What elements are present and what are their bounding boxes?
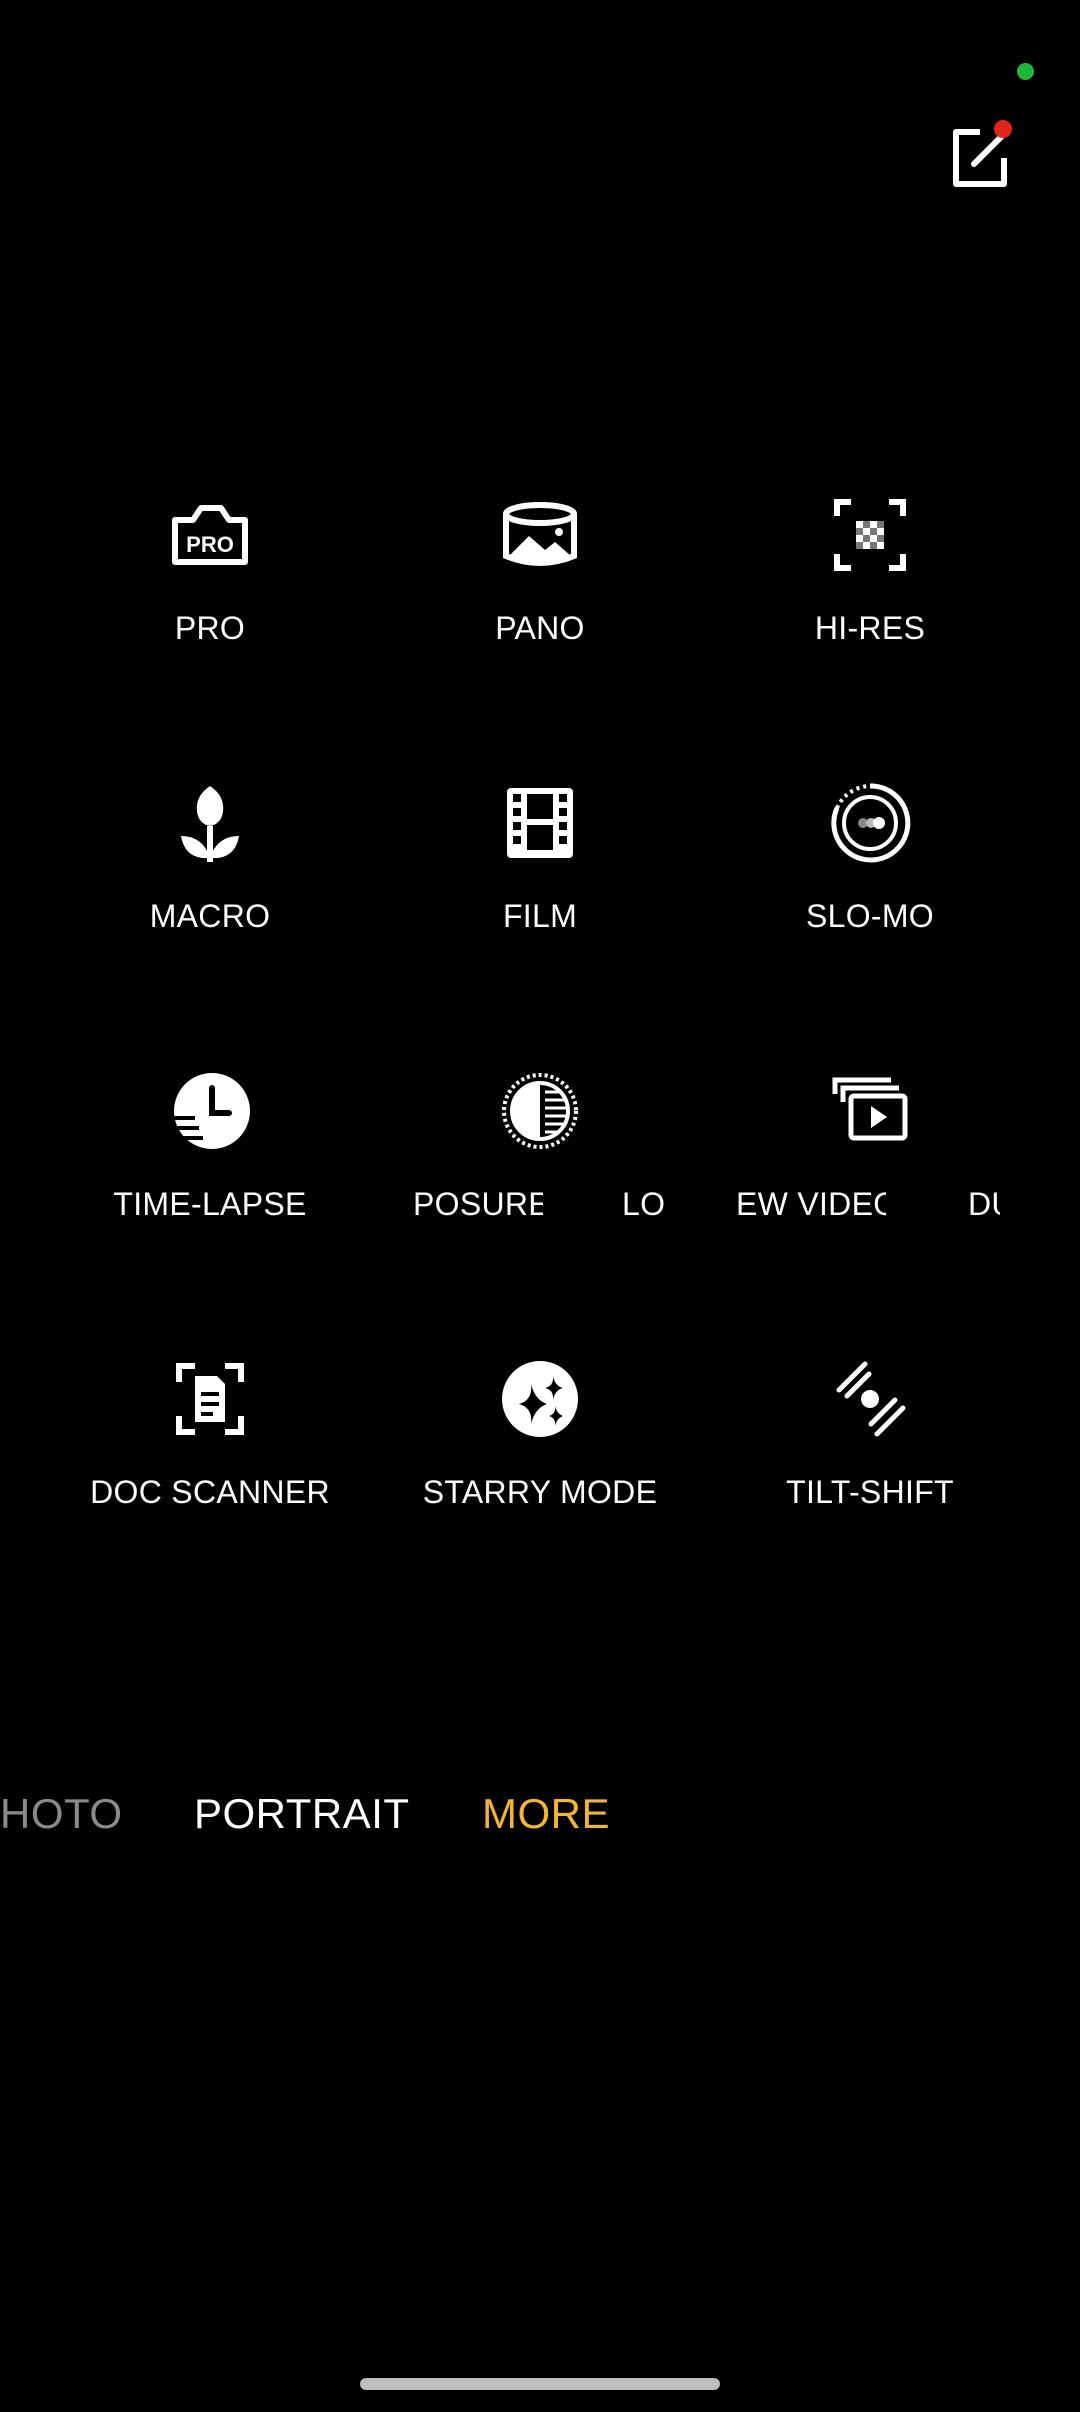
hi-res-icon <box>834 499 906 571</box>
mode-label-clipped: DU <box>968 1186 1000 1222</box>
mode-doc-scanner[interactable]: DOC SCANNER <box>45 1354 375 1554</box>
document-scan-icon <box>176 1363 244 1435</box>
carousel-item-portrait[interactable]: PORTRAIT <box>194 1790 410 1838</box>
camera-more-modes-screen: PRO PRO PANO HI-RES MACRO FILM SLO-MO TI… <box>0 0 1080 2412</box>
mode-tilt-shift[interactable]: TILT-SHIFT <box>705 1354 1035 1554</box>
mode-macro[interactable]: MACRO <box>45 778 375 978</box>
svg-text:PRO: PRO <box>186 532 234 557</box>
mode-hi-res[interactable]: HI-RES <box>705 490 1035 690</box>
mode-film[interactable]: FILM <box>375 778 705 978</box>
home-indicator[interactable] <box>360 2378 720 2390</box>
mode-pro[interactable]: PRO PRO <box>45 490 375 690</box>
film-icon <box>507 788 573 858</box>
mode-carousel[interactable]: HOTO PORTRAIT MORE <box>0 1790 1080 1860</box>
clock-icon <box>171 1073 250 1149</box>
mode-label: MACRO <box>149 898 271 934</box>
mode-label: STARRY MODE <box>422 1474 658 1510</box>
privacy-indicator-dot <box>1017 63 1034 80</box>
sparkle-icon <box>502 1361 578 1437</box>
mode-label: TIME-LAPSE <box>113 1186 307 1222</box>
mode-time-lapse[interactable]: TIME-LAPSE <box>45 1066 375 1266</box>
carousel-item-photo[interactable]: HOTO <box>0 1790 123 1838</box>
mode-label-clipped: EW VIDEO <box>736 1186 886 1222</box>
mode-pano[interactable]: PANO <box>375 490 705 690</box>
mode-label-clipped: POSURE <box>413 1186 543 1222</box>
mode-label: PANO <box>495 610 585 646</box>
carousel-item-more[interactable]: MORE <box>482 1790 610 1838</box>
tulip-icon <box>181 786 239 862</box>
mode-label: FILM <box>502 898 578 934</box>
mode-long-exposure[interactable] <box>375 1066 705 1266</box>
tilt-shift-icon <box>836 1361 906 1437</box>
mode-label: DOC SCANNER <box>90 1474 330 1510</box>
mode-label: PRO <box>174 610 246 646</box>
mode-label-clipped: LO <box>622 1186 666 1222</box>
video-playlist-icon <box>832 1077 908 1141</box>
mode-label: SLO-MO <box>805 898 935 934</box>
slow-motion-icon <box>831 783 911 863</box>
pro-camera-icon: PRO <box>172 505 248 565</box>
notification-badge <box>994 120 1012 138</box>
exposure-icon <box>502 1073 578 1149</box>
mode-label: TILT-SHIFT <box>786 1474 954 1510</box>
mode-dual-view-video[interactable] <box>705 1066 1035 1266</box>
panorama-icon <box>503 502 577 566</box>
mode-slo-mo[interactable]: SLO-MO <box>705 778 1035 978</box>
mode-label: HI-RES <box>814 610 926 646</box>
mode-starry[interactable]: STARRY MODE <box>375 1354 705 1554</box>
